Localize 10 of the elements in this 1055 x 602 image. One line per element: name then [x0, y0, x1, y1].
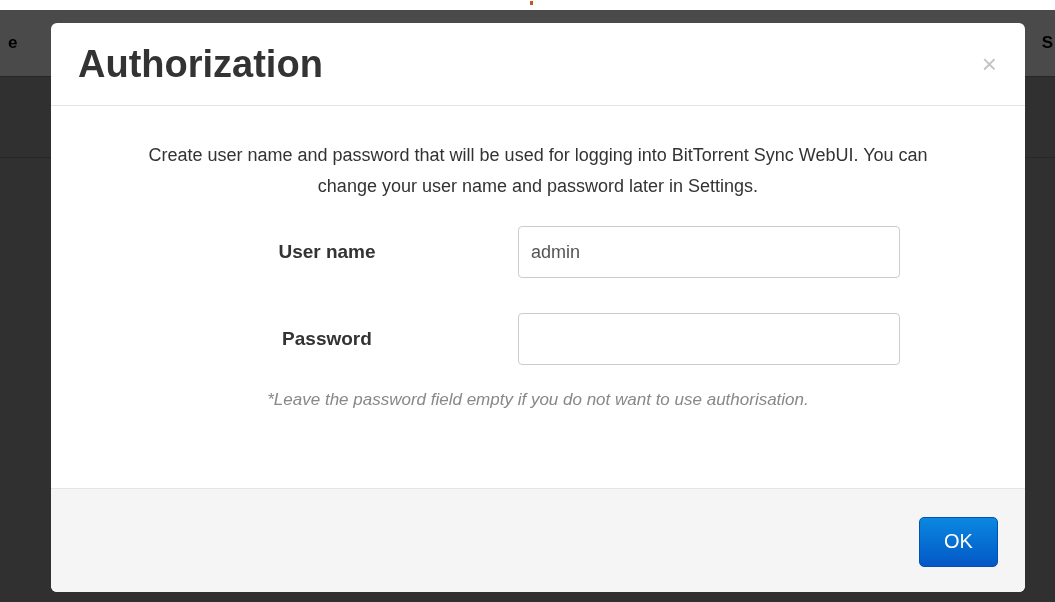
field-label: User name — [277, 241, 377, 263]
field-label: Password — [281, 328, 373, 350]
description-text: Create user name and password that will be used for logging into BitTorrent Sync WebUI. You can change your user name and password later in Settings. — [147, 144, 929, 198]
column-header: e — [8, 33, 18, 53]
column-header: S — [1041, 33, 1054, 53]
input-field[interactable] — [518, 313, 900, 365]
ok-button[interactable]: OK — [919, 516, 998, 567]
dialog-title: Authorization — [78, 42, 323, 86]
input-field[interactable]: admin — [518, 226, 900, 278]
note-text: *Leave the password field empty if you do not want to use authorisation. — [266, 390, 810, 410]
